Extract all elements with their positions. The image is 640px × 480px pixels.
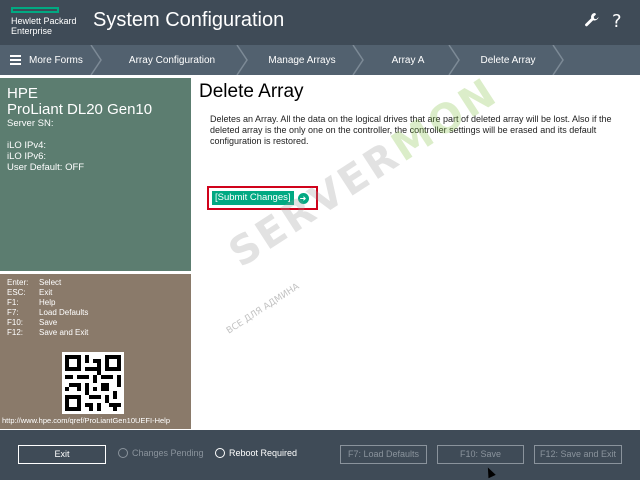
radio-icon (118, 448, 128, 458)
key-name: F10: (7, 318, 24, 327)
app-title: System Configuration (93, 9, 285, 31)
key-row: F7: Load Defaults (7, 308, 184, 318)
changes-pending-indicator: Changes Pending (118, 448, 204, 458)
load-defaults-button[interactable]: F7: Load Defaults (340, 445, 427, 464)
reboot-required-indicator: Reboot Required (215, 448, 297, 458)
hpe-logo: Hewlett Packard Enterprise (11, 7, 77, 36)
more-forms-button[interactable]: More Forms (0, 45, 83, 75)
breadcrumb-item-delete-array: Delete Array (480, 54, 536, 66)
help-icon[interactable]: ? (612, 11, 622, 32)
watermark-subtitle: ВСЕ ДЛЯ АДМИНА (225, 281, 302, 337)
breadcrumb-item-array-a[interactable]: Array A (362, 45, 454, 75)
page-title: Delete Array (199, 81, 304, 102)
breadcrumb: More Forms Array Configuration Manage Ar… (0, 45, 640, 75)
key-action: Help (39, 298, 56, 307)
key-row: F12: Save and Exit (7, 328, 184, 338)
ilo-ipv6: iLO IPv6: (7, 151, 47, 162)
save-button[interactable]: F10: Save (437, 445, 524, 464)
save-and-exit-button[interactable]: F12: Save and Exit (534, 445, 622, 464)
bottom-bar: Exit Changes Pending Reboot Required F7:… (0, 430, 640, 480)
brand-line1: Hewlett Packard (11, 16, 77, 26)
changes-pending-label: Changes Pending (132, 448, 204, 458)
key-name: F7: (7, 308, 19, 317)
key-row: ESC: Exit (7, 288, 184, 298)
key-row: F1: Help (7, 298, 184, 308)
radio-icon (215, 448, 225, 458)
vendor-name: HPE (7, 85, 38, 102)
key-row: F10: Save (7, 318, 184, 328)
key-name: F1: (7, 298, 19, 307)
ilo-ipv4: iLO IPv4: (7, 140, 47, 151)
key-name: ESC: (7, 288, 26, 297)
key-name: F12: (7, 328, 24, 337)
key-row: Enter: Select (7, 278, 184, 288)
server-sn: Server SN: (7, 118, 54, 129)
server-model: ProLiant DL20 Gen10 (7, 101, 153, 118)
reboot-required-label: Reboot Required (229, 448, 298, 458)
more-forms-label: More Forms (29, 54, 83, 66)
key-action: Save (39, 318, 58, 327)
key-action: Load Defaults (39, 308, 89, 317)
help-url-link[interactable]: http://www.hpe.com/qref/ProLiantGen10UEF… (2, 416, 170, 425)
chevron-right-icon (552, 45, 564, 75)
key-action: Exit (39, 288, 53, 297)
breadcrumb-item-array-configuration[interactable]: Array Configuration (100, 45, 244, 75)
wrench-icon[interactable] (584, 12, 600, 33)
user-default: User Default: OFF (7, 162, 85, 173)
system-info-panel: HPE ProLiant DL20 Gen10 Server SN: iLO I… (0, 78, 191, 271)
qr-code-icon (62, 352, 124, 414)
key-action: Save and Exit (39, 328, 89, 337)
exit-button[interactable]: Exit (18, 445, 106, 464)
hpe-logo-mark (11, 7, 59, 13)
top-header: Hewlett Packard Enterprise System Config… (0, 0, 640, 45)
main-content: Delete Array Deletes an Array. All the d… (191, 69, 640, 429)
breadcrumb-item-manage-arrays[interactable]: Manage Arrays (246, 45, 358, 75)
brand-line2: Enterprise (11, 26, 53, 36)
menu-icon (10, 53, 21, 67)
key-help-panel: Enter: Select ESC: Exit F1: Help F7: Load De… (0, 274, 191, 429)
key-name: Enter: (7, 278, 29, 287)
key-action: Select (39, 278, 62, 287)
